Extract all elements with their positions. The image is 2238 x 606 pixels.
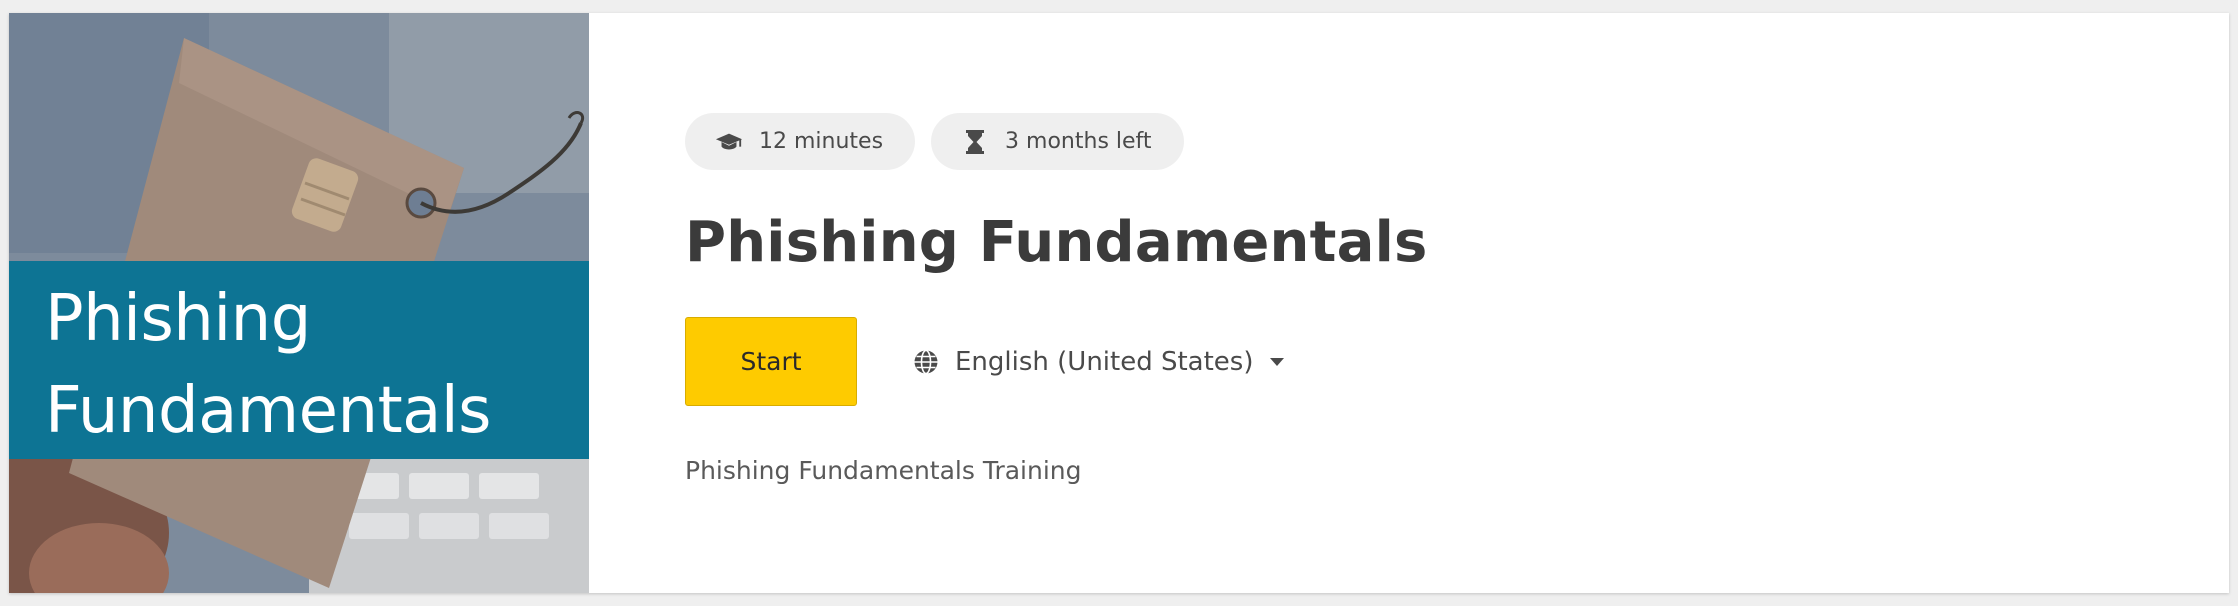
language-label: English (United States) bbox=[955, 346, 1254, 377]
thumbnail-title-line2: Fundamentals bbox=[45, 374, 492, 448]
graduation-cap-icon bbox=[715, 128, 743, 156]
deadline-label: 3 months left bbox=[1005, 129, 1152, 154]
language-selector[interactable]: English (United States) bbox=[913, 347, 1284, 377]
course-thumbnail[interactable]: Phishing Fundamentals bbox=[9, 13, 589, 593]
course-card: Phishing Fundamentals 12 minutes 3 month… bbox=[9, 13, 2229, 593]
thumbnail-title-line1: Phishing bbox=[45, 282, 311, 356]
start-button[interactable]: Start bbox=[685, 317, 857, 406]
duration-label: 12 minutes bbox=[759, 129, 884, 154]
duration-badge: 12 minutes bbox=[685, 113, 916, 170]
thumbnail-banner: Phishing Fundamentals bbox=[9, 261, 589, 459]
caret-down-icon bbox=[1269, 357, 1284, 366]
hourglass-icon bbox=[961, 128, 989, 156]
course-title: Phishing Fundamentals bbox=[685, 210, 1428, 275]
globe-icon bbox=[913, 349, 939, 375]
deadline-badge: 3 months left bbox=[931, 113, 1184, 170]
course-description: Phishing Fundamentals Training bbox=[685, 456, 1082, 485]
course-meta: 12 minutes 3 months left bbox=[685, 113, 2229, 170]
course-actions: Start English (United States) bbox=[685, 317, 2229, 406]
course-details: 12 minutes 3 months left Phishing Fundam… bbox=[589, 13, 2229, 593]
